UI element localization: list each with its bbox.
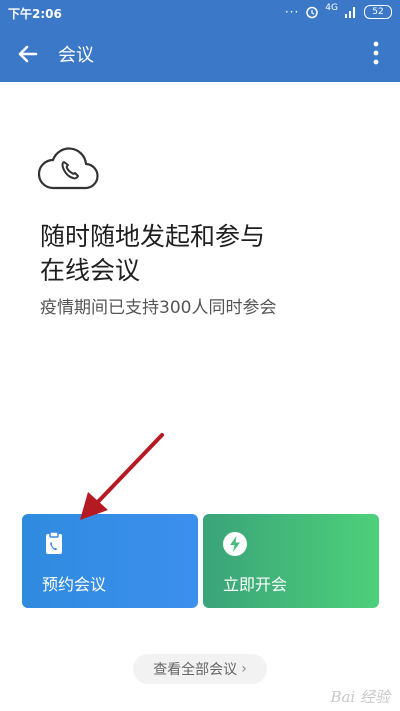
start-meeting-label: 立即开会: [223, 575, 288, 594]
status-time: 下午2:06: [8, 7, 62, 21]
back-button[interactable]: [12, 39, 42, 69]
cloud-phone-icon: [38, 147, 99, 190]
book-meeting-button[interactable]: 预约会议: [22, 514, 198, 608]
alarm-icon: [306, 6, 319, 19]
app-bar: 会议: [0, 24, 400, 82]
calendar-clipboard-icon: [46, 531, 62, 554]
signal-icon: [345, 7, 355, 18]
network-type: 4G: [325, 3, 338, 13]
view-all-meetings-button[interactable]: 查看全部会议 ›: [133, 654, 267, 684]
hero-headline: 随时随地发起和参与 在线会议: [40, 222, 266, 285]
battery-level: 52: [372, 7, 384, 17]
lightning-icon: [223, 532, 247, 556]
view-all-label: 查看全部会议: [153, 662, 238, 678]
watermark: Bai 经验: [330, 688, 390, 706]
status-bar: 下午2:06 ··· 4G 52: [0, 0, 400, 24]
more-vert-icon: [373, 41, 379, 65]
battery-indicator: 52: [364, 5, 392, 19]
book-meeting-label: 预约会议: [42, 575, 107, 594]
more-dots-status-icon: ···: [284, 5, 300, 19]
chevron-right-icon: ›: [241, 661, 247, 677]
hero-subline: 疫情期间已支持300人同时参会: [40, 298, 277, 318]
page-title: 会议: [58, 45, 94, 66]
status-icons: ··· 4G 52: [285, 3, 392, 21]
more-options-button[interactable]: [364, 38, 388, 68]
start-meeting-button[interactable]: 立即开会: [203, 514, 379, 608]
annotation-arrow: [80, 433, 164, 520]
back-arrow-icon: [18, 45, 38, 63]
